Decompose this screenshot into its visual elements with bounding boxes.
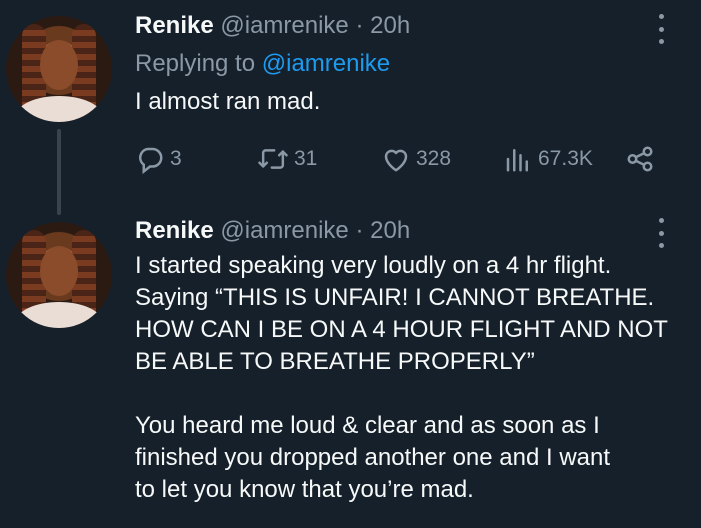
views-icon — [506, 149, 528, 172]
replying-to-label: Replying to — [135, 50, 256, 77]
tweet-2[interactable]: Renike @iamrenike · 20h I started speaki… — [0, 200, 701, 528]
like-button[interactable]: 328 — [381, 142, 451, 176]
replying-to-handle[interactable]: @iamrenike — [262, 50, 390, 77]
share-button[interactable] — [625, 142, 655, 176]
author-name[interactable]: Renike — [135, 217, 214, 244]
repost-button[interactable]: 31 — [257, 142, 317, 176]
reply-count: 3 — [170, 147, 182, 170]
repost-count: 31 — [294, 147, 318, 170]
reply-button[interactable]: 3 — [135, 142, 182, 176]
reply-icon — [139, 147, 163, 174]
author-handle[interactable]: @iamrenike — [220, 217, 348, 244]
timestamp[interactable]: 20h — [370, 12, 410, 39]
views-count: 67.3K — [538, 147, 593, 170]
action-bar: 3 31 328 67.3K — [135, 142, 665, 176]
more-icon[interactable] — [653, 12, 669, 46]
author-name[interactable]: Renike — [135, 12, 214, 39]
tweet-header: Renike @iamrenike · 20h — [135, 12, 410, 40]
avatar[interactable] — [6, 222, 112, 328]
separator: · — [355, 12, 364, 39]
share-icon — [627, 146, 653, 172]
repost-icon — [258, 149, 288, 169]
tweet-header: Renike @iamrenike · 20h — [135, 217, 410, 245]
views-button[interactable]: 67.3K — [503, 142, 593, 176]
tweet-text: I almost ran mad. — [135, 88, 321, 115]
replying-to: Replying to @iamrenike — [135, 50, 390, 78]
timestamp[interactable]: 20h — [370, 217, 410, 244]
more-icon[interactable] — [653, 216, 669, 250]
author-handle[interactable]: @iamrenike — [220, 12, 348, 39]
like-count: 328 — [416, 147, 452, 170]
heart-icon — [384, 149, 408, 172]
separator: · — [355, 217, 364, 244]
tweet-1[interactable]: Renike @iamrenike · 20h Replying to @iam… — [0, 0, 701, 215]
avatar[interactable] — [6, 16, 112, 122]
tweet-text: I started speaking very loudly on a 4 hr… — [135, 252, 668, 503]
